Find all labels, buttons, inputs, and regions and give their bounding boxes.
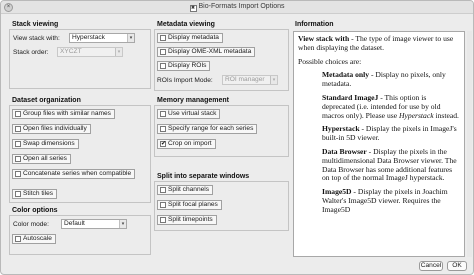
stitch-tiles-checkbox[interactable]: Stitch tiles: [12, 189, 58, 199]
choice-name: Metadata only: [322, 70, 370, 80]
checkbox-box: [160, 202, 166, 208]
display-ome-xml-checkbox[interactable]: Display OME-XML metadata: [157, 47, 256, 57]
ok-button[interactable]: OK: [447, 261, 467, 271]
info-intro: View stack with - The type of image view…: [298, 34, 460, 53]
swap-dimensions-checkbox[interactable]: Swap dimensions: [12, 139, 79, 149]
split-windows-title: Split into separate windows: [157, 173, 250, 180]
split-focal-planes-checkbox[interactable]: Split focal planes: [157, 200, 222, 210]
checkbox-label: Display metadata: [168, 34, 219, 41]
checkbox-box: [15, 171, 21, 177]
rois-import-value: ROI manager: [225, 76, 265, 83]
info-possible-choices: Possible choices are:: [298, 56, 362, 66]
window-title-text: Bio-Formats Import Options: [198, 3, 285, 10]
info-choice-image5d: Image5D - Display the pixels in Joachim …: [298, 187, 460, 214]
checkbox-label: Split timepoints: [168, 216, 213, 223]
view-stack-select[interactable]: Hyperstack ▾: [69, 33, 135, 43]
chevron-down-icon: ▾: [127, 34, 134, 42]
checkbox-box: [15, 156, 21, 162]
autoscale-checkbox[interactable]: Autoscale: [12, 234, 56, 244]
checkbox-box: [160, 126, 166, 132]
import-options-dialog: × ✖ Bio-Formats Import Options Stack view…: [0, 0, 474, 275]
checkbox-label: Swap dimensions: [23, 140, 75, 147]
metadata-viewing-title: Metadata viewing: [157, 21, 215, 28]
checkbox-box: [160, 35, 166, 41]
split-channels-checkbox[interactable]: Split channels: [157, 185, 214, 195]
info-scrollbar[interactable]: [467, 31, 472, 257]
information-panel[interactable]: View stack with - The type of image view…: [293, 31, 465, 257]
dataset-organization-title: Dataset organization: [12, 97, 81, 104]
info-choice-data-browser: Data Browser - Display the pixels in the…: [298, 146, 460, 183]
checkbox-label: Stitch tiles: [23, 190, 54, 197]
choice-name: Image5D: [322, 187, 352, 197]
info-choice-hyperstack: Hyperstack - Display the pixels in Image…: [298, 124, 460, 143]
checkbox-label: Split focal planes: [168, 201, 218, 208]
checkbox-label: Use virtual stack: [168, 110, 217, 117]
stack-order-label: Stack order:: [13, 49, 49, 56]
chevron-down-icon: ▾: [270, 76, 277, 84]
open-all-series-checkbox[interactable]: Open all series: [12, 154, 71, 164]
chevron-down-icon: ▾: [119, 220, 126, 228]
memory-management-title: Memory management: [157, 97, 229, 104]
choice-name: Hyperstack: [322, 124, 360, 134]
info-heading: View stack with: [298, 34, 350, 43]
checkbox-label: Concatenate series when compatible: [23, 170, 132, 177]
checkbox-box: [160, 111, 166, 117]
checkbox-label: Group files with similar names: [23, 110, 111, 117]
checkbox-label: Open all series: [23, 155, 67, 162]
rois-import-select[interactable]: ROI manager ▾: [222, 75, 278, 85]
app-icon: ✖: [189, 5, 197, 12]
checkbox-box: [160, 217, 166, 223]
color-mode-select[interactable]: Default ▾: [61, 219, 127, 229]
split-timepoints-checkbox[interactable]: Split timepoints: [157, 215, 217, 225]
color-mode-label: Color mode:: [13, 221, 49, 228]
view-stack-value: Hyperstack: [72, 34, 105, 41]
checkbox-box: [15, 111, 21, 117]
choice-emphasis: Hyperstack: [398, 110, 434, 120]
info-choice-standard-imagej: Standard ImageJ - This option is depreca…: [298, 92, 460, 120]
check-icon: ✔: [160, 141, 167, 147]
checkbox-label: Crop on import: [168, 140, 212, 147]
checkbox-label: Autoscale: [23, 235, 52, 242]
checkbox-label: Split channels: [168, 186, 210, 193]
stack-order-select[interactable]: XYCZT ▾: [57, 47, 123, 57]
choice-desc-tail: instead.: [433, 110, 459, 120]
checkbox-box: [160, 187, 166, 193]
color-mode-value: Default: [64, 220, 85, 227]
choice-name: Standard ImageJ: [322, 92, 379, 102]
rois-import-label: ROIs Import Mode:: [157, 77, 213, 84]
checkbox-box: [160, 63, 166, 69]
choice-name: Data Browser: [322, 146, 367, 156]
color-options-title: Color options: [12, 207, 58, 214]
information-title: Information: [295, 21, 334, 28]
cancel-button[interactable]: Cancel: [419, 261, 443, 271]
checkbox-box: [15, 236, 21, 242]
checkbox-box: [15, 126, 21, 132]
specify-range-checkbox[interactable]: Specify range for each series: [157, 124, 258, 134]
display-rois-checkbox[interactable]: Display ROIs: [157, 61, 211, 71]
checkbox-label: Display ROIs: [168, 62, 207, 69]
virtual-stack-checkbox[interactable]: Use virtual stack: [157, 109, 221, 119]
view-stack-label: View stack with:: [13, 35, 60, 42]
crop-on-import-checkbox[interactable]: ✔ Crop on import: [157, 139, 216, 149]
group-files-checkbox[interactable]: Group files with similar names: [12, 109, 115, 119]
display-metadata-checkbox[interactable]: Display metadata: [157, 33, 223, 43]
window-title: ✖ Bio-Formats Import Options: [1, 3, 473, 12]
chevron-down-icon: ▾: [115, 48, 122, 56]
concatenate-series-checkbox[interactable]: Concatenate series when compatible: [12, 169, 136, 179]
checkbox-box: [15, 141, 21, 147]
stack-order-value: XYCZT: [60, 48, 82, 55]
checkbox-label: Specify range for each series: [168, 125, 254, 132]
checkbox-box: [15, 191, 21, 197]
title-bar: × ✖ Bio-Formats Import Options: [1, 1, 473, 14]
checkbox-label: Display OME-XML metadata: [168, 48, 252, 55]
checkbox-label: Open files individually: [23, 125, 87, 132]
stack-viewing-title: Stack viewing: [12, 21, 59, 28]
info-choice-metadata-only: Metadata only - Display no pixels, only …: [298, 70, 460, 89]
checkbox-box: [160, 49, 166, 55]
open-individually-checkbox[interactable]: Open files individually: [12, 124, 91, 134]
